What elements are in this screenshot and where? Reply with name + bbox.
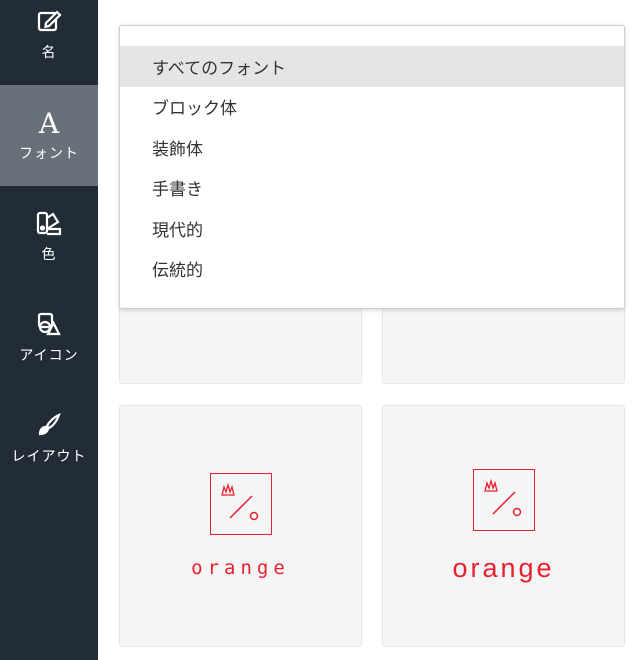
svg-text:A: A (38, 108, 60, 136)
font-option-all[interactable]: すべてのフォント (120, 46, 624, 87)
sidebar-item-label: フォント (19, 146, 79, 162)
font-preview-card[interactable]: orange (119, 405, 362, 647)
sidebar-item-name[interactable]: 名 (0, 0, 98, 85)
brush-icon (35, 411, 63, 439)
sidebar-item-icon[interactable]: アイコン (0, 287, 98, 388)
sidebar-item-font[interactable]: A フォント (0, 85, 98, 186)
sidebar-item-label: レイアウト (11, 449, 87, 465)
font-preview-card[interactable]: orange (382, 405, 625, 647)
sidebar-item-label: 色 (41, 247, 57, 263)
brand-name: orange (191, 557, 290, 579)
sidebar-item-color[interactable]: 色 (0, 186, 98, 287)
brand-name: orange (452, 552, 555, 583)
font-option-traditional[interactable]: 伝統的 (120, 249, 624, 290)
brand-logo-mark (209, 473, 272, 535)
font-option-modern[interactable]: 現代的 (120, 208, 624, 249)
font-category-dropdown[interactable]: すべてのフォント ブロック体 装飾体 手書き 現代的 伝統的 (119, 25, 625, 309)
font-option-block[interactable]: ブロック体 (120, 87, 624, 128)
sidebar-item-layout[interactable]: レイアウト (0, 388, 98, 489)
font-option-handwriting[interactable]: 手書き (120, 168, 624, 209)
shapes-icon (35, 310, 63, 338)
edit-icon (35, 7, 63, 35)
sidebar: 名 A フォント 色 アイコン レイアウト (0, 0, 98, 660)
sidebar-item-label: アイコン (19, 348, 79, 364)
palette-icon (35, 209, 63, 237)
sidebar-item-label: 名 (41, 45, 57, 61)
font-icon: A (35, 108, 63, 136)
brand-logo-mark (472, 468, 535, 531)
font-option-decorative[interactable]: 装飾体 (120, 127, 624, 168)
